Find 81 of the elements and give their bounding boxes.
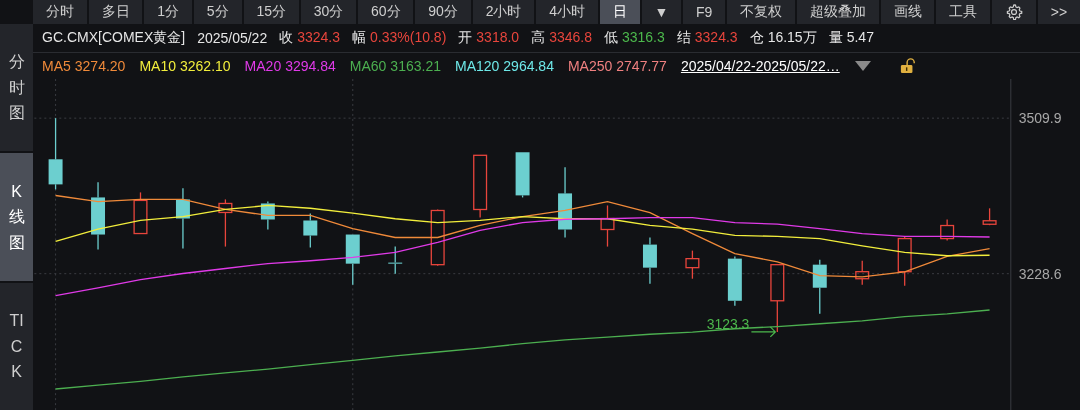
period-tab[interactable]: 日 [599, 0, 640, 24]
ma-name: MA250 [567, 57, 613, 74]
ma-value: 3274.20 [74, 57, 126, 74]
ma-name: MA20 [244, 57, 282, 74]
period-tab[interactable]: 90分 [415, 0, 471, 24]
field-label: 幅 [352, 28, 367, 47]
candlestick [388, 245, 403, 275]
field-value: 3346.8 [549, 28, 592, 47]
side-tab[interactable]: K线图 [0, 153, 33, 281]
period-tab[interactable]: 不复权 [727, 0, 795, 24]
field-value: 3324.3 [297, 28, 341, 47]
side-tab[interactable]: TICK [0, 282, 33, 410]
settings-icon [1005, 3, 1024, 21]
ma-name: MA60 [349, 57, 387, 74]
candlestick [855, 259, 870, 286]
candlestick [812, 258, 827, 315]
candlestick [303, 212, 318, 249]
period-tab[interactable]: >> [1037, 0, 1080, 24]
field-value: 3318.0 [476, 28, 520, 47]
dropdown-triangle-icon[interactable] [853, 59, 872, 72]
candlestick [897, 235, 912, 287]
period-tab[interactable]: 30分 [300, 0, 357, 24]
period-tab[interactable]: 超级叠加 [797, 0, 879, 24]
candlestick [91, 181, 105, 251]
period-tab[interactable]: 分时 [33, 0, 87, 24]
period-tab[interactable]: 15分 [243, 0, 299, 24]
field-value: 3316.3 [621, 28, 665, 47]
period-tab[interactable]: 多日 [88, 0, 143, 24]
field-label: 收 [279, 28, 294, 47]
candlestick [982, 207, 997, 226]
candlestick [600, 204, 615, 248]
candlestick [515, 151, 530, 198]
ma-value: 3262.10 [180, 57, 231, 74]
lock-icon[interactable] [899, 56, 916, 75]
side-tab[interactable]: 分时图 [0, 24, 33, 152]
candlestick [685, 249, 700, 280]
ma-name: MA10 [139, 57, 176, 74]
field-label: 结 [676, 28, 691, 47]
ma-value: 3294.84 [285, 57, 336, 74]
ma-value: 3163.21 [390, 57, 441, 74]
period-tab[interactable]: ▼ [641, 0, 682, 24]
axis-label: 3509.9 [1018, 110, 1062, 126]
field-value: 0.33%(10.8) [370, 28, 447, 47]
candlestick [133, 191, 148, 235]
ma-value: 2964.84 [503, 57, 554, 74]
axis-label: 3228.6 [1018, 265, 1062, 282]
field-label: 量 [828, 28, 843, 47]
period-tab[interactable]: 1分 [144, 0, 192, 24]
period-tab[interactable]: 5分 [194, 0, 242, 24]
field-value: 3324.3 [694, 28, 738, 47]
period-tab[interactable]: 4小时 [536, 0, 598, 24]
ma-value: 2747.77 [616, 57, 667, 74]
candlestick [473, 154, 488, 218]
period-tab[interactable]: 工具 [936, 0, 991, 24]
field-label: 开 [458, 28, 473, 47]
low-price-label: 3123.3 [706, 315, 750, 332]
candlestick [345, 233, 360, 286]
symbol-name: GC.CMX[COMEX黄金] [42, 28, 186, 47]
field-label: 低 [603, 28, 618, 47]
quote-date: 2025/05/22 [197, 29, 268, 46]
candlestick [430, 208, 445, 267]
candlestick [642, 236, 657, 285]
period-tab[interactable]: F9 [683, 0, 726, 24]
period-tab[interactable]: 60分 [358, 0, 414, 24]
field-label: 仓 [749, 28, 764, 47]
period-tab[interactable]: 2小时 [472, 0, 535, 24]
field-value: 16.15万 [767, 28, 817, 47]
ma-name: MA5 [42, 57, 71, 74]
period-tab[interactable]: 画线 [880, 0, 935, 24]
pointer-arrow [750, 326, 777, 338]
candlestick [770, 263, 785, 333]
field-value: 5.47 [846, 28, 874, 47]
candlestick [175, 187, 190, 250]
candlestick [727, 255, 742, 307]
field-label: 高 [531, 28, 546, 47]
date-range-link[interactable]: 2025/04/22-2025/05/22… [680, 57, 840, 74]
candlestick [260, 200, 275, 230]
candlestick [218, 198, 233, 248]
settings-button[interactable] [992, 0, 1036, 24]
candlestick [940, 218, 955, 242]
ma-name: MA120 [454, 57, 500, 74]
